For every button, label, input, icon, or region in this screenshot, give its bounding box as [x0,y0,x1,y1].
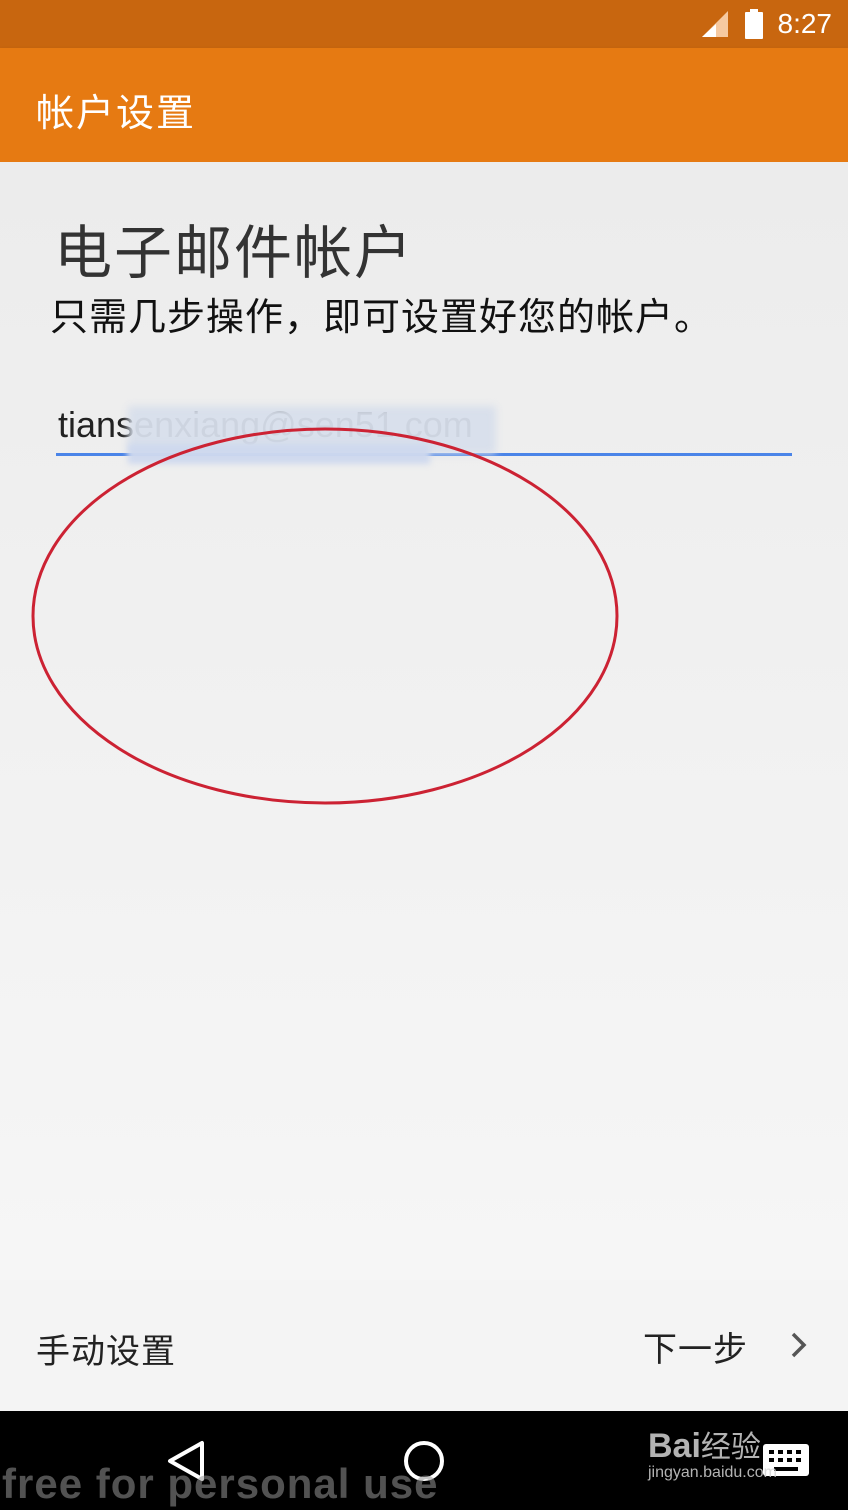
signal-icon [700,9,730,39]
watermark-brand-suffix: 经验 [700,1430,761,1465]
status-time: 8:27 [777,8,833,39]
battery-icon [744,9,764,39]
status-icons: 8:27 [700,0,833,48]
next-button-label: 下一步 [643,1330,748,1370]
manual-setup-button[interactable]: 手动设置 [36,1324,176,1373]
bottom-action-bar: 手动设置 下一步 [0,1280,848,1411]
page-subheading: 只需几步操作，即可设置好您的帐户。 [50,295,714,339]
app-bar: 帐户设置 [0,48,848,162]
page-heading: 电子邮件帐户 [54,219,415,287]
annotation-circle [31,427,619,805]
status-bar: 8:27 [0,0,848,48]
baidu-watermark: Bai经验 jingyan.baidu.com [648,1422,777,1482]
watermark-brand: Bai [648,1427,701,1465]
main-content: 电子邮件帐户 只需几步操作，即可设置好您的帐户。 [0,162,848,1280]
app-title: 帐户设置 [36,91,197,135]
watermark-url: jingyan.baidu.com [648,1464,777,1481]
next-button[interactable]: 下一步 [643,1322,808,1371]
chevron-right-icon [790,1331,808,1363]
watermark-text: free for personal use [2,1460,439,1507]
